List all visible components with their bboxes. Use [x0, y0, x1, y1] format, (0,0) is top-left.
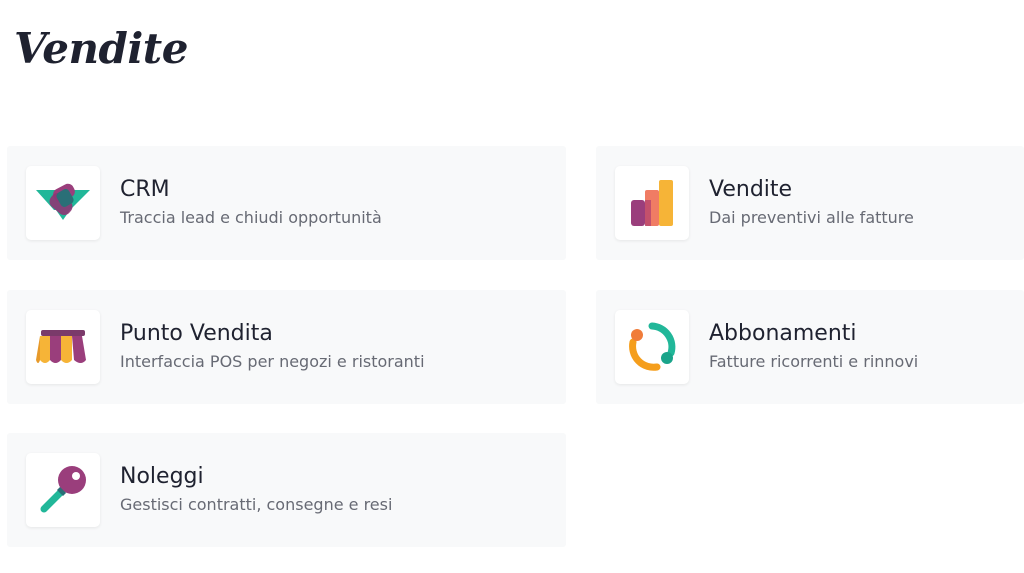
app-icon-box: [26, 310, 100, 384]
handshake-icon: [36, 183, 90, 220]
key-icon: [40, 466, 86, 513]
app-description: Traccia lead e chiudi opportunità: [120, 208, 382, 227]
app-title: CRM: [120, 177, 170, 202]
app-icon-box: [615, 166, 689, 240]
app-title: Punto Vendita: [120, 321, 273, 346]
app-description: Interfaccia POS per negozi e ristoranti: [120, 352, 425, 371]
app-card-abbonamenti[interactable]: Abbonamenti Fatture ricorrenti e rinnovi: [596, 290, 1024, 404]
app-title: Vendite: [709, 177, 793, 202]
app-card-crm[interactable]: CRM Traccia lead e chiudi opportunità: [7, 146, 566, 260]
recurring-cycle-icon: [629, 322, 676, 371]
shop-awning-icon: [36, 330, 86, 363]
app-icon-box: [26, 166, 100, 240]
app-card-punto-vendita[interactable]: Punto Vendita Interfaccia POS per negozi…: [7, 290, 566, 404]
app-description: Dai preventivi alle fatture: [709, 208, 914, 227]
app-description: Gestisci contratti, consegne e resi: [120, 495, 393, 514]
app-icon-box: [615, 310, 689, 384]
app-card-vendite[interactable]: Vendite Dai preventivi alle fatture: [596, 146, 1024, 260]
app-card-noleggi[interactable]: Noleggi Gestisci contratti, consegne e r…: [7, 433, 566, 547]
app-icon-box: [26, 453, 100, 527]
section-title: Vendite: [14, 24, 188, 73]
apps-page: Vendite CRM Traccia lead e chiudi opport…: [0, 0, 1024, 573]
app-title: Abbonamenti: [709, 321, 857, 346]
bar-chart-icon: [631, 180, 673, 226]
app-description: Fatture ricorrenti e rinnovi: [709, 352, 919, 371]
app-title: Noleggi: [120, 464, 204, 489]
